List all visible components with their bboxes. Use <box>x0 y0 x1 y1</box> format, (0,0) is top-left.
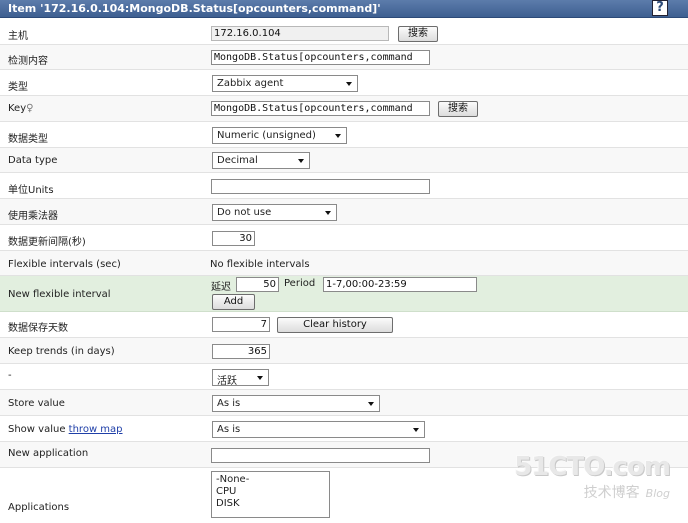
store-value-label: Store value <box>8 398 65 409</box>
watermark-site: 51CTO.com <box>514 452 671 482</box>
throw-map-link[interactable]: throw map <box>69 424 123 435</box>
value-type-label: 数据类型 <box>8 134 48 145</box>
store-value-select[interactable]: As is <box>212 395 380 412</box>
item-title: Item '172.16.0.104:MongoDB.Status[opcoun… <box>8 2 381 15</box>
row-flexible-intervals: Flexible intervals (sec) No flexible int… <box>0 251 688 276</box>
type-select[interactable]: Zabbix agent <box>212 75 358 92</box>
applications-listbox[interactable]: -None- CPU DISK <box>211 471 330 518</box>
chevron-down-icon <box>335 134 341 138</box>
row-host: 主机 172.16.0.104 搜索 <box>0 19 688 45</box>
multiplier-select[interactable]: Do not use <box>212 204 337 221</box>
chevron-down-icon <box>368 402 374 406</box>
new-flexible-interval-label: New flexible interval <box>8 289 111 300</box>
row-multiplier: 使用乘法器 Do not use <box>0 199 688 225</box>
type-label: 类型 <box>8 82 28 93</box>
update-interval-input[interactable]: 30 <box>212 231 255 246</box>
chevron-down-icon <box>413 428 419 432</box>
applications-option[interactable]: CPU <box>216 486 325 498</box>
chevron-down-icon <box>257 376 263 380</box>
value-type-select-value: Numeric (unsigned) <box>217 130 316 141</box>
flexible-period-label: Period <box>284 278 316 289</box>
flexible-delay-input[interactable]: 50 <box>236 277 279 292</box>
row-description: 检测内容 MongoDB.Status[opcounters,command <box>0 45 688 70</box>
history-label: 数据保存天数 <box>8 323 68 334</box>
units-label: 单位Units <box>8 185 54 196</box>
chevron-down-icon <box>325 211 331 215</box>
applications-option[interactable]: DISK <box>216 498 325 510</box>
row-key: Key♀ MongoDB.Status[opcounters,command 搜… <box>0 96 688 122</box>
units-input[interactable] <box>211 179 430 194</box>
host-search-button[interactable]: 搜索 <box>398 26 438 42</box>
row-new-flexible-interval: New flexible interval 延迟 50 Period 1-7,0… <box>0 276 688 312</box>
applications-label: Applications <box>8 502 70 513</box>
row-status: - 活跃 <box>0 364 688 390</box>
key-search-button[interactable]: 搜索 <box>438 101 478 117</box>
history-input[interactable]: 7 <box>212 317 270 332</box>
multiplier-select-value: Do not use <box>217 207 272 218</box>
type-select-value: Zabbix agent <box>217 78 284 89</box>
row-units: 单位Units <box>0 173 688 199</box>
clear-history-button[interactable]: Clear history <box>277 317 393 333</box>
trends-label: Keep trends (in days) <box>8 346 115 357</box>
host-label: 主机 <box>8 31 28 42</box>
store-value-select-value: As is <box>217 398 241 409</box>
watermark-tagline-row: 技术博客 Blog <box>514 482 670 502</box>
flexible-period-input[interactable]: 1-7,00:00-23:59 <box>323 277 477 292</box>
status-select-value: 活跃 <box>217 376 237 386</box>
data-type-select-value: Decimal <box>217 155 258 166</box>
watermark-blog: Blog <box>645 487 670 500</box>
lightbulb-icon: ♀ <box>26 103 34 114</box>
status-select[interactable]: 活跃 <box>212 369 269 386</box>
row-type: 类型 Zabbix agent <box>0 70 688 96</box>
show-value-label: Show value throw map <box>8 424 123 435</box>
row-show-value: Show value throw map As is <box>0 416 688 442</box>
flexible-intervals-label: Flexible intervals (sec) <box>8 259 121 270</box>
trends-input[interactable]: 365 <box>212 344 270 359</box>
new-application-label: New application <box>8 448 89 459</box>
data-type-select[interactable]: Decimal <box>212 152 310 169</box>
new-application-input[interactable] <box>211 448 430 463</box>
flexible-delay-label: 延迟 <box>211 282 231 293</box>
row-update-interval: 数据更新间隔(秒) 30 <box>0 225 688 251</box>
row-value-type: 数据类型 Numeric (unsigned) <box>0 122 688 148</box>
item-title-bar: Item '172.16.0.104:MongoDB.Status[opcoun… <box>0 0 688 18</box>
key-label-text: Key <box>8 103 27 114</box>
add-flexible-interval-button[interactable]: Add <box>212 294 255 310</box>
chevron-down-icon <box>298 159 304 163</box>
key-label: Key♀ <box>8 103 33 114</box>
chevron-down-icon <box>346 82 352 86</box>
watermark-tagline: 技术博客 <box>583 485 640 501</box>
description-label: 检测内容 <box>8 56 48 67</box>
show-value-label-text: Show value <box>8 424 66 435</box>
description-input[interactable]: MongoDB.Status[opcounters,command <box>211 50 430 65</box>
item-form: 主机 172.16.0.104 搜索 检测内容 MongoDB.Status[o… <box>0 19 688 518</box>
data-type-label: Data type <box>8 155 58 166</box>
key-input[interactable]: MongoDB.Status[opcounters,command <box>211 101 430 116</box>
row-data-type: Data type Decimal <box>0 148 688 173</box>
show-value-select[interactable]: As is <box>212 421 425 438</box>
flexible-intervals-value: No flexible intervals <box>210 259 310 270</box>
row-store-value: Store value As is <box>0 390 688 416</box>
row-history: 数据保存天数 7 Clear history <box>0 312 688 338</box>
value-type-select[interactable]: Numeric (unsigned) <box>212 127 347 144</box>
applications-option[interactable]: -None- <box>216 474 325 486</box>
status-label: - <box>8 370 12 381</box>
row-trends: Keep trends (in days) 365 <box>0 338 688 364</box>
watermark: 51CTO.com 技术博客 Blog <box>514 452 671 502</box>
update-interval-label: 数据更新间隔(秒) <box>8 237 86 248</box>
multiplier-label: 使用乘法器 <box>8 211 58 222</box>
show-value-select-value: As is <box>217 424 241 435</box>
host-field[interactable]: 172.16.0.104 <box>211 26 389 41</box>
help-icon[interactable]: ? <box>652 0 668 16</box>
